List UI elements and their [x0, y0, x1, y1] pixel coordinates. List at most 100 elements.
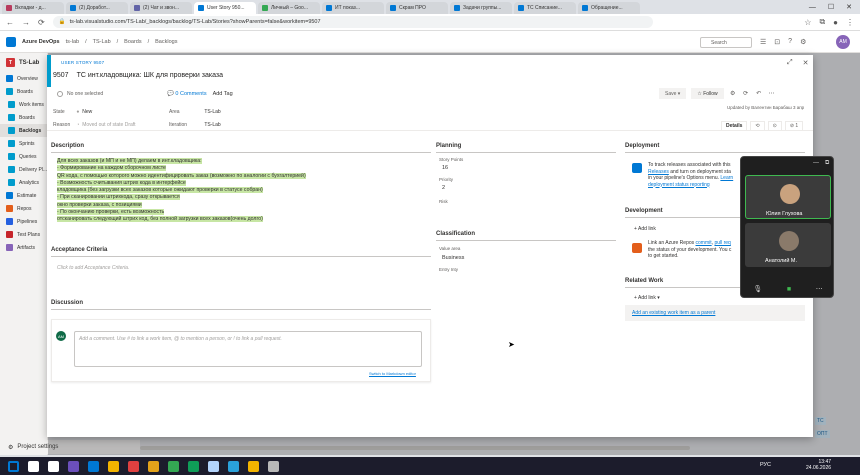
reload-icon[interactable]: ⟳: [38, 18, 45, 27]
refresh-icon[interactable]: ⟳: [742, 90, 750, 97]
assigned-to[interactable]: No one selected: [57, 91, 103, 97]
description-body[interactable]: Для всех заказов (и МП и не МП) делаем в…: [57, 158, 417, 224]
sidebar-item-work-items[interactable]: Work items: [0, 98, 47, 111]
maximize-icon[interactable]: ☐: [828, 3, 834, 11]
sidebar-item-pipelines[interactable]: Pipelines: [0, 215, 47, 228]
sidebar-item-analytics[interactable]: Analytics: [0, 176, 47, 189]
reason-field[interactable]: Reason ◔ Moved out of state Draft: [53, 122, 136, 128]
sidebar-item-overview[interactable]: Overview: [0, 72, 47, 85]
sidebar-item-test-plans[interactable]: Test Plans: [0, 228, 47, 241]
popout-icon[interactable]: ⧉: [825, 160, 829, 167]
sidebar-item-boards[interactable]: Boards: [0, 85, 47, 98]
video-call-window[interactable]: — ⧉ Юлия Глухова Анатолий М. 🎙 ■ ⋯: [740, 156, 834, 298]
releases-link[interactable]: Releases: [648, 169, 669, 175]
sidebar-item-estimate[interactable]: Estimate: [0, 189, 47, 202]
taskbar-app-icon[interactable]: [88, 460, 99, 472]
undo-icon[interactable]: ↶: [755, 90, 763, 97]
browser-tab[interactable]: ТС Списание...: [514, 2, 576, 14]
browser-tab[interactable]: Скрам ПРО: [386, 2, 448, 14]
sidebar-item-artifacts[interactable]: Artifacts: [0, 241, 47, 254]
work-item-title[interactable]: 9507 ТС инт.кладовщика: ШК для проверки …: [53, 72, 223, 79]
camera-icon[interactable]: ■: [787, 286, 791, 293]
browser-tab[interactable]: Личный – Goo...: [258, 2, 320, 14]
pull-request-link[interactable]: pull req: [714, 240, 730, 246]
help-icon[interactable]: ?: [788, 38, 792, 46]
star-icon[interactable]: ☆: [804, 18, 811, 27]
add-tag-button[interactable]: Add Tag: [213, 91, 233, 97]
browser-tab[interactable]: User Story 950...: [194, 2, 256, 14]
project-header[interactable]: T TS-Lab: [0, 53, 47, 72]
sidebar-item-boards[interactable]: Boards: [0, 111, 47, 124]
iteration-field[interactable]: Iteration TS-Lab: [169, 122, 221, 128]
search-input[interactable]: Search: [700, 37, 752, 48]
taskbar-app-icon[interactable]: [268, 460, 279, 472]
participant-tile[interactable]: Юлия Глухова: [745, 175, 831, 219]
minimize-icon[interactable]: —: [813, 160, 819, 167]
close-icon[interactable]: ✕: [803, 59, 809, 67]
browser-tab[interactable]: ИТ показ...: [322, 2, 384, 14]
commit-link[interactable]: commit: [696, 240, 712, 246]
extensions-icon[interactable]: ⧉: [819, 17, 825, 27]
menu-icon[interactable]: ⋮: [846, 18, 854, 27]
sidebar-item-sprints[interactable]: Sprints: [0, 137, 47, 150]
taskbar-app-icon[interactable]: [148, 460, 159, 472]
taskbar-app-icon[interactable]: [168, 460, 179, 472]
view-tab[interactable]: Details: [721, 121, 748, 131]
microphone-icon[interactable]: 🎙: [753, 285, 762, 293]
sidebar-item-backlogs[interactable]: Backlogs: [0, 124, 47, 137]
add-parent-link[interactable]: Add an existing work item as a parent: [632, 310, 715, 316]
list-icon[interactable]: ☰: [760, 38, 766, 46]
dev-add-link-button[interactable]: + Add link: [634, 226, 656, 232]
browser-tab[interactable]: (2) Чат и звон...: [130, 2, 192, 14]
crumb-boards[interactable]: Boards: [124, 39, 141, 45]
taskbar-app-icon[interactable]: [68, 460, 79, 472]
browser-tab[interactable]: Вкладки - д...: [2, 2, 64, 14]
save-button[interactable]: Save ▾: [659, 88, 687, 99]
view-tab[interactable]: ⊘ 1: [784, 121, 804, 131]
value-area-field[interactable]: Business: [442, 255, 464, 261]
avatar[interactable]: AM: [836, 35, 850, 49]
comments-link[interactable]: 💬 0 Comments: [167, 91, 207, 97]
language-indicator[interactable]: РУС: [760, 462, 771, 468]
start-icon[interactable]: [8, 460, 19, 472]
deployment-status-link[interactable]: deployment status reporting: [648, 182, 710, 188]
user-settings-icon[interactable]: ⚙: [800, 38, 806, 46]
browser-tab[interactable]: (2) Доработ...: [66, 2, 128, 14]
browser-tab[interactable]: Обращение...: [578, 2, 640, 14]
url-field[interactable]: 🔒 ts-lab.visualstudio.com/TS-Lab/_backlo…: [52, 16, 653, 28]
taskbar-app-icon[interactable]: [108, 460, 119, 472]
more-icon[interactable]: ⋯: [768, 90, 776, 97]
learn-link[interactable]: Learn: [720, 175, 733, 181]
profile-icon[interactable]: ●: [833, 18, 838, 27]
settings-icon[interactable]: ⚙: [729, 90, 737, 97]
azure-devops-logo-icon[interactable]: [6, 36, 16, 47]
bag-icon[interactable]: ⊡: [774, 38, 780, 46]
crumb-backlogs[interactable]: Backlogs: [155, 39, 177, 45]
sidebar-item-delivery-pl-[interactable]: Delivery Pl...: [0, 163, 47, 176]
forward-icon[interactable]: →: [22, 18, 30, 27]
sidebar-item-repos[interactable]: Repos: [0, 202, 47, 215]
minimize-icon[interactable]: —: [809, 4, 816, 11]
comment-input[interactable]: Add a comment. Use # to link a work item…: [74, 331, 422, 367]
sidebar-item-queries[interactable]: Queries: [0, 150, 47, 163]
acceptance-input[interactable]: Click to add Acceptance Criteria.: [57, 265, 129, 271]
taskbar-app-icon[interactable]: [228, 460, 239, 472]
related-add-link-button[interactable]: + Add link ▾: [634, 295, 660, 301]
more-icon[interactable]: ⋯: [816, 285, 823, 293]
close-icon[interactable]: ✕: [846, 3, 852, 11]
clock[interactable]: 13:47 24.06.2026: [806, 459, 831, 471]
taskbar-app-icon[interactable]: [208, 460, 219, 472]
area-field[interactable]: Area TS-Lab: [169, 109, 221, 115]
markdown-switch-link[interactable]: Switch to Markdown editor: [369, 371, 416, 376]
crumb-project[interactable]: TS-Lab: [93, 39, 111, 45]
participant-tile[interactable]: Анатолий М.: [745, 223, 831, 267]
brand-name[interactable]: Azure DevOps: [22, 39, 60, 45]
taskbar-app-icon[interactable]: [248, 460, 259, 472]
taskbar-app-icon[interactable]: [128, 460, 139, 472]
expand-icon[interactable]: ⤢: [787, 59, 793, 67]
view-tab[interactable]: ⊙: [767, 121, 782, 131]
back-icon[interactable]: ←: [6, 18, 14, 27]
taskbar-app-icon[interactable]: [188, 460, 199, 472]
state-field[interactable]: State ● New: [53, 109, 92, 115]
org-crumb[interactable]: ts-lab: [66, 39, 79, 45]
